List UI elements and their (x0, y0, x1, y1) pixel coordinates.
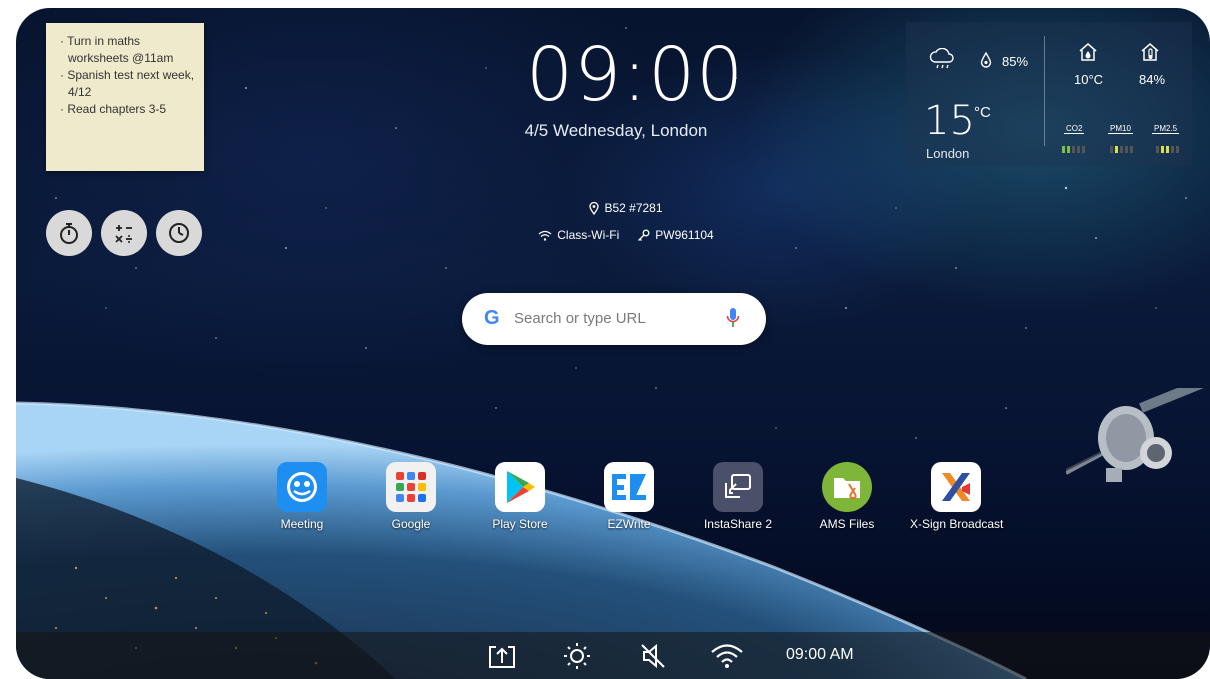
aq-level-bar (1156, 146, 1179, 153)
calculator-button[interactable] (101, 210, 147, 256)
location-pin-icon (589, 201, 600, 215)
divider (1044, 36, 1045, 146)
aq-level-bar (1110, 146, 1133, 153)
app-label: InstaShare 2 (703, 517, 773, 531)
clock-time: 09:00 (526, 32, 745, 118)
timer-icon (169, 223, 189, 243)
note-line: · Turn in maths worksheets @11am (60, 34, 174, 65)
cloud-rain-icon (929, 48, 954, 69)
ezwrite-icon (604, 462, 654, 512)
satellite-image (1066, 388, 1210, 482)
search-bar[interactable]: G Search or type URL (462, 293, 766, 345)
humidity-value: 85% (1002, 54, 1029, 69)
clock-date: 4/5 Wednesday, London (524, 121, 708, 140)
note-line: · Spanish test next week, 4/12 (60, 68, 195, 99)
wifi-name: Class-Wi-Fi (557, 228, 620, 242)
brightness-icon[interactable] (562, 641, 592, 671)
aq-label-co2: CO2 (1064, 124, 1085, 134)
mute-icon[interactable] (638, 641, 668, 671)
indoor-temperature-icon (1079, 43, 1097, 61)
x-sign-broadcast-icon (931, 462, 981, 512)
wifi-icon (538, 230, 552, 241)
app-label: AMS Files (819, 517, 875, 531)
room-label: B52 #7281 (604, 201, 663, 215)
app-label: Google (391, 517, 431, 531)
indoor-humidity-value: 84% (1139, 72, 1166, 87)
app-meeting[interactable]: Meeting (256, 462, 348, 531)
play-store-icon (495, 462, 545, 512)
taskbar-clock: 09:00 AM (786, 646, 854, 663)
indoor-humidity-icon (1141, 43, 1159, 61)
app-instashare[interactable]: InstaShare 2 (692, 462, 784, 531)
app-label: Play Store (492, 517, 548, 531)
humidity-drop-icon (980, 52, 992, 68)
note-line: · Read chapters 3-5 (60, 102, 167, 116)
meeting-app-icon (277, 462, 327, 512)
screen-share-icon[interactable] (486, 641, 518, 671)
calculator-icon (115, 225, 132, 243)
aq-label-pm10: PM10 (1108, 124, 1133, 134)
weather-widget[interactable]: 85% 15 °C London 10°C 84% CO2 PM10 PM2.5 (906, 22, 1192, 166)
app-x-sign-broadcast[interactable]: X-Sign Broadcast (910, 462, 1004, 531)
stopwatch-icon (60, 223, 78, 244)
aq-label-pm25: PM2.5 (1152, 124, 1180, 134)
google-folder-icon (386, 462, 436, 512)
temperature-unit: °C (974, 104, 991, 121)
sticky-note[interactable]: · Turn in maths worksheets @11am · Spani… (46, 23, 204, 171)
instashare-icon (713, 462, 763, 512)
microphone-icon[interactable] (726, 307, 740, 329)
weather-city: London (926, 146, 970, 161)
app-play-store[interactable]: Play Store (474, 462, 566, 531)
aq-level-bar (1062, 146, 1085, 153)
google-logo-icon: G (484, 307, 500, 329)
temperature-value: 15 (924, 98, 975, 144)
app-label: X-Sign Broadcast (910, 517, 1004, 531)
network-info: Class-Wi-Fi PW961104 (526, 228, 726, 242)
ams-files-icon (822, 462, 872, 512)
stopwatch-button[interactable] (46, 210, 92, 256)
app-label: Meeting (280, 517, 324, 531)
room-info: B52 #7281 (566, 201, 686, 218)
app-label: EZWrite (607, 517, 651, 531)
indoor-temperature-value: 10°C (1074, 72, 1104, 87)
timer-button[interactable] (156, 210, 202, 256)
app-ezwrite[interactable]: EZWrite (583, 462, 675, 531)
app-google[interactable]: Google (365, 462, 457, 531)
taskbar: 09:00 AM (16, 632, 1210, 679)
key-icon (638, 229, 650, 241)
wifi-password: PW961104 (655, 228, 714, 242)
app-ams-files[interactable]: AMS Files (801, 462, 893, 531)
search-placeholder: Search or type URL (514, 310, 646, 327)
desktop-screen: · Turn in maths worksheets @11am · Spani… (16, 8, 1210, 679)
wifi-status-icon[interactable] (710, 641, 744, 671)
